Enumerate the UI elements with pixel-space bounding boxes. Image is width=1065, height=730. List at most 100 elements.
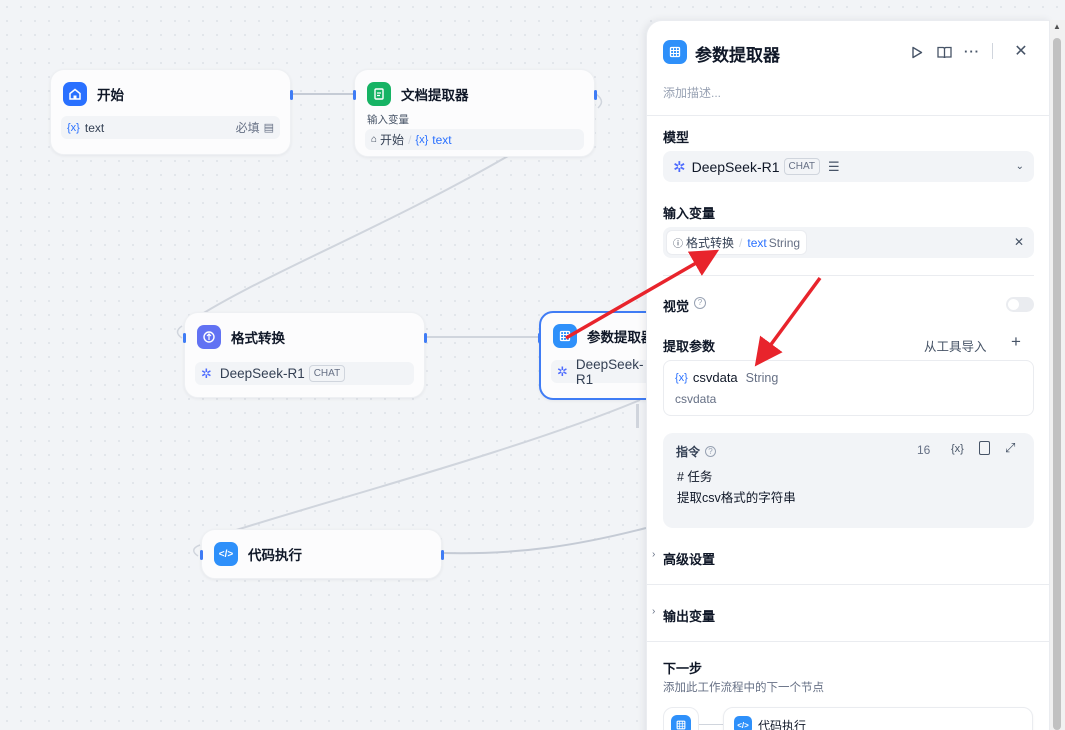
more-icon[interactable]: ··· bbox=[963, 42, 981, 60]
next-step-current-node bbox=[663, 707, 699, 730]
home-icon bbox=[63, 82, 87, 106]
advanced-settings-toggle[interactable]: 高级设置 bbox=[663, 549, 715, 568]
run-icon[interactable] bbox=[908, 43, 926, 61]
add-param-icon[interactable]: + bbox=[1011, 332, 1021, 352]
scrollbar-thumb[interactable] bbox=[1053, 38, 1061, 730]
next-step-label: 下一步 bbox=[663, 661, 703, 676]
output-vars-toggle[interactable]: 输出变量 bbox=[663, 606, 715, 625]
param-extractor-icon bbox=[663, 40, 687, 64]
instruction-line-1: # 任务 bbox=[677, 470, 713, 484]
deepseek-icon: ✲ bbox=[557, 363, 568, 379]
llm-icon bbox=[197, 325, 221, 349]
node-format-input-handle[interactable] bbox=[183, 333, 186, 343]
expand-icon[interactable]: ⤢ bbox=[1005, 440, 1015, 456]
instruction-box[interactable]: 指令 ? 16 {x} ⤢ # 任务 提取csv格式的字符串 bbox=[663, 433, 1034, 528]
import-from-tool-button[interactable]: 从工具导入 bbox=[924, 336, 987, 355]
node-format-title: 格式转换 bbox=[231, 331, 285, 346]
vision-label: 视觉 bbox=[663, 299, 690, 314]
edge-code-out bbox=[441, 527, 647, 555]
clear-icon[interactable]: ✕ bbox=[1014, 235, 1024, 249]
close-icon[interactable]: ✕ bbox=[1012, 42, 1030, 60]
node-doc-extractor[interactable]: 文档提取器 输入变量 ⌂ 开始 / {x} text bbox=[353, 69, 597, 157]
input-var-field[interactable]: ⓘ 格式转换 / text String ✕ bbox=[663, 227, 1034, 258]
node-start-output-handle[interactable] bbox=[290, 90, 293, 100]
node-config-panel: 参数提取器 ··· ✕ 添加描述... 模型 ✲ DeepSeek-R1 CHA… bbox=[646, 20, 1050, 730]
model-name: DeepSeek-R1 bbox=[575, 356, 644, 387]
node-format-convert[interactable]: 格式转换 ✲ DeepSeek-R1 CHAT bbox=[183, 312, 427, 398]
node-doc-output-handle[interactable] bbox=[594, 90, 597, 100]
edge-param-code bbox=[229, 399, 641, 533]
deepseek-icon: ✲ bbox=[673, 158, 686, 176]
param-item[interactable]: {x} csvdata String csvdata bbox=[663, 360, 1034, 416]
edge-format-in bbox=[176, 325, 183, 339]
node-param-input-handle[interactable] bbox=[538, 333, 541, 343]
var-type: String bbox=[768, 235, 801, 250]
help-icon: ? bbox=[705, 446, 717, 457]
node-start-title: 开始 bbox=[97, 88, 124, 103]
chat-mode-tag: CHAT bbox=[783, 158, 820, 175]
var-prefix: {x} bbox=[675, 371, 688, 384]
param-extractor-icon bbox=[671, 715, 691, 730]
input-var-chip[interactable]: ⓘ 格式转换 / text String bbox=[667, 231, 807, 254]
instruction-char-count: 16 bbox=[917, 443, 931, 457]
var-name: text bbox=[432, 132, 452, 147]
chat-mode-tag: CHAT bbox=[308, 365, 346, 382]
model-label: 模型 bbox=[663, 130, 690, 145]
document-icon: ▤ bbox=[263, 122, 274, 134]
instruction-label: 指令 bbox=[676, 445, 701, 459]
node-code-exec[interactable]: </> 代码执行 bbox=[200, 529, 444, 579]
extract-params-label: 提取参数 bbox=[663, 339, 716, 354]
divider bbox=[647, 115, 1049, 116]
input-var-label: 输入变量 bbox=[367, 114, 409, 126]
home-icon: ⌂ bbox=[371, 134, 378, 145]
node-format-model-row: ✲ DeepSeek-R1 CHAT bbox=[195, 362, 414, 385]
chevron-down-icon[interactable]: ⌄ bbox=[1016, 161, 1024, 172]
settings-sliders-icon[interactable]: ☰ bbox=[828, 159, 840, 175]
var-prefix: {x} bbox=[67, 121, 80, 134]
source-node-name: 开始 bbox=[380, 133, 405, 147]
param-type: String bbox=[745, 370, 779, 385]
param-extractor-icon bbox=[553, 324, 577, 348]
description-input[interactable]: 添加描述... bbox=[663, 84, 721, 101]
node-code-input-handle[interactable] bbox=[200, 550, 203, 560]
code-icon: </> bbox=[734, 716, 752, 730]
node-format-output-handle[interactable] bbox=[424, 333, 427, 343]
var-prefix: {x} bbox=[415, 133, 429, 146]
divider bbox=[647, 584, 1049, 585]
model-name: DeepSeek-R1 bbox=[691, 158, 780, 175]
node-param-title: 参数提取器 bbox=[587, 330, 655, 345]
node-doc-var-row: ⌂ 开始 / {x} text bbox=[365, 129, 584, 150]
input-var-label: 输入变量 bbox=[663, 206, 716, 221]
node-doc-title: 文档提取器 bbox=[401, 88, 469, 103]
param-description: csvdata bbox=[675, 392, 717, 406]
node-code-title: 代码执行 bbox=[248, 548, 302, 563]
next-step-node[interactable]: </> 代码执行 bbox=[723, 707, 1033, 730]
instruction-line-2: 提取csv格式的字符串 bbox=[677, 491, 796, 505]
chevron-right-icon: › bbox=[652, 549, 656, 560]
code-icon: </> bbox=[214, 542, 238, 566]
required-label: 必填 bbox=[235, 121, 260, 135]
divider bbox=[647, 641, 1049, 642]
scroll-up-arrow[interactable]: ▲ bbox=[1053, 22, 1061, 31]
model-name: DeepSeek-R1 bbox=[219, 366, 305, 381]
source-node-name: 格式转换 bbox=[686, 236, 735, 250]
node-param-model-row: ✲ DeepSeek-R1 bbox=[551, 357, 657, 387]
book-icon[interactable] bbox=[935, 43, 953, 61]
insert-variable-button[interactable]: {x} bbox=[951, 443, 964, 455]
node-code-output-handle[interactable] bbox=[441, 550, 444, 560]
deepseek-icon: ✲ bbox=[201, 365, 212, 381]
model-selector[interactable]: ✲ DeepSeek-R1 CHAT ☰ ⌄ bbox=[663, 151, 1034, 182]
edge-doc-format bbox=[184, 155, 509, 326]
node-doc-input-handle[interactable] bbox=[353, 90, 356, 100]
node-start[interactable]: 开始 {x} text 必填 ▤ bbox=[50, 69, 293, 155]
copy-icon[interactable] bbox=[979, 441, 990, 455]
panel-title[interactable]: 参数提取器 bbox=[695, 41, 780, 66]
doc-extractor-icon bbox=[367, 82, 391, 106]
edge-connector bbox=[636, 404, 639, 428]
node-start-var-row: {x} text 必填 ▤ bbox=[61, 116, 280, 139]
chevron-right-icon: › bbox=[652, 606, 656, 617]
vision-toggle[interactable] bbox=[1006, 297, 1034, 312]
var-name: text bbox=[747, 235, 767, 250]
help-icon: ? bbox=[694, 297, 706, 309]
header-separator bbox=[992, 43, 993, 59]
